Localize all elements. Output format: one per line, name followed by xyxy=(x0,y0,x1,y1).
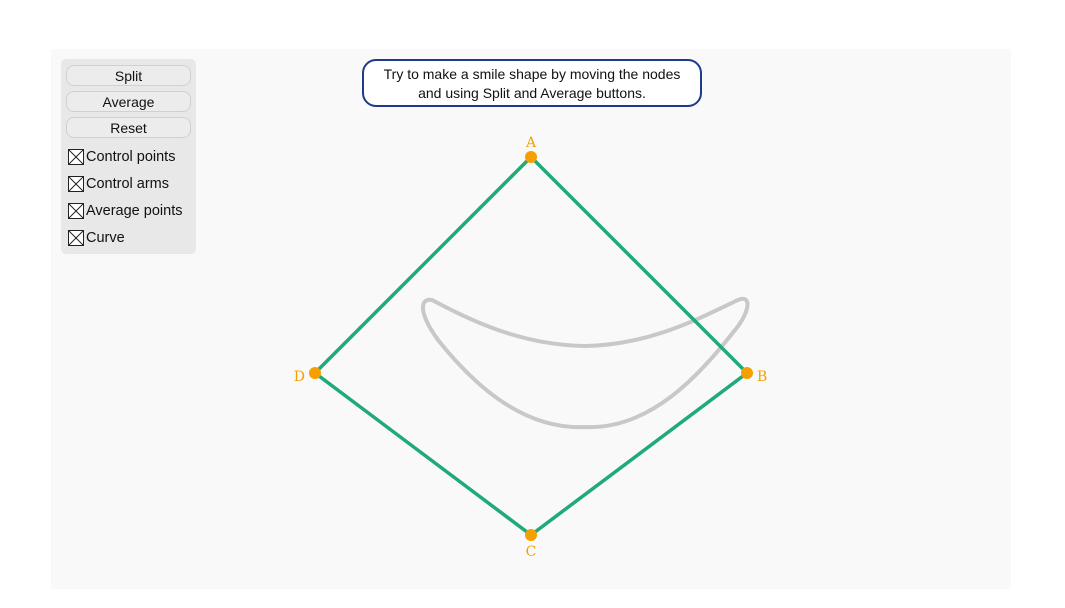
arm-d-a xyxy=(313,155,533,375)
instruction-line-2: and using Split and Average buttons. xyxy=(418,85,646,101)
node-label-c: C xyxy=(526,544,537,560)
reset-button[interactable]: Reset xyxy=(66,117,191,138)
control-point-a[interactable] xyxy=(525,151,537,163)
node-label-b: B xyxy=(757,369,767,385)
control-panel: Split Average Reset Control points Contr… xyxy=(61,59,196,254)
control-points xyxy=(309,151,753,541)
instruction-line-1: Try to make a smile shape by moving the … xyxy=(383,66,681,82)
checkbox-label: Control arms xyxy=(86,176,169,192)
control-point-d[interactable] xyxy=(309,367,321,379)
control-arms xyxy=(313,155,749,537)
checkbox-curve[interactable]: Curve xyxy=(68,229,125,247)
checkbox-label: Control points xyxy=(86,149,176,165)
checked-box-icon[interactable] xyxy=(68,203,84,219)
split-button[interactable]: Split xyxy=(66,65,191,86)
node-label-d: D xyxy=(294,369,305,385)
checked-box-icon[interactable] xyxy=(68,149,84,165)
average-button[interactable]: Average xyxy=(66,91,191,112)
checked-box-icon[interactable] xyxy=(68,176,84,192)
control-point-b[interactable] xyxy=(741,367,753,379)
node-label-a: A xyxy=(525,135,537,151)
checkbox-label: Curve xyxy=(86,230,125,246)
arm-b-c xyxy=(529,371,749,537)
instruction-box: Try to make a smile shape by moving the … xyxy=(362,59,702,107)
checkbox-control-arms[interactable]: Control arms xyxy=(68,175,169,193)
control-point-c[interactable] xyxy=(525,529,537,541)
checkbox-label: Average points xyxy=(86,203,183,219)
checkbox-control-points[interactable]: Control points xyxy=(68,148,175,166)
checked-box-icon[interactable] xyxy=(68,230,84,246)
checkbox-average-points[interactable]: Average points xyxy=(68,202,182,220)
